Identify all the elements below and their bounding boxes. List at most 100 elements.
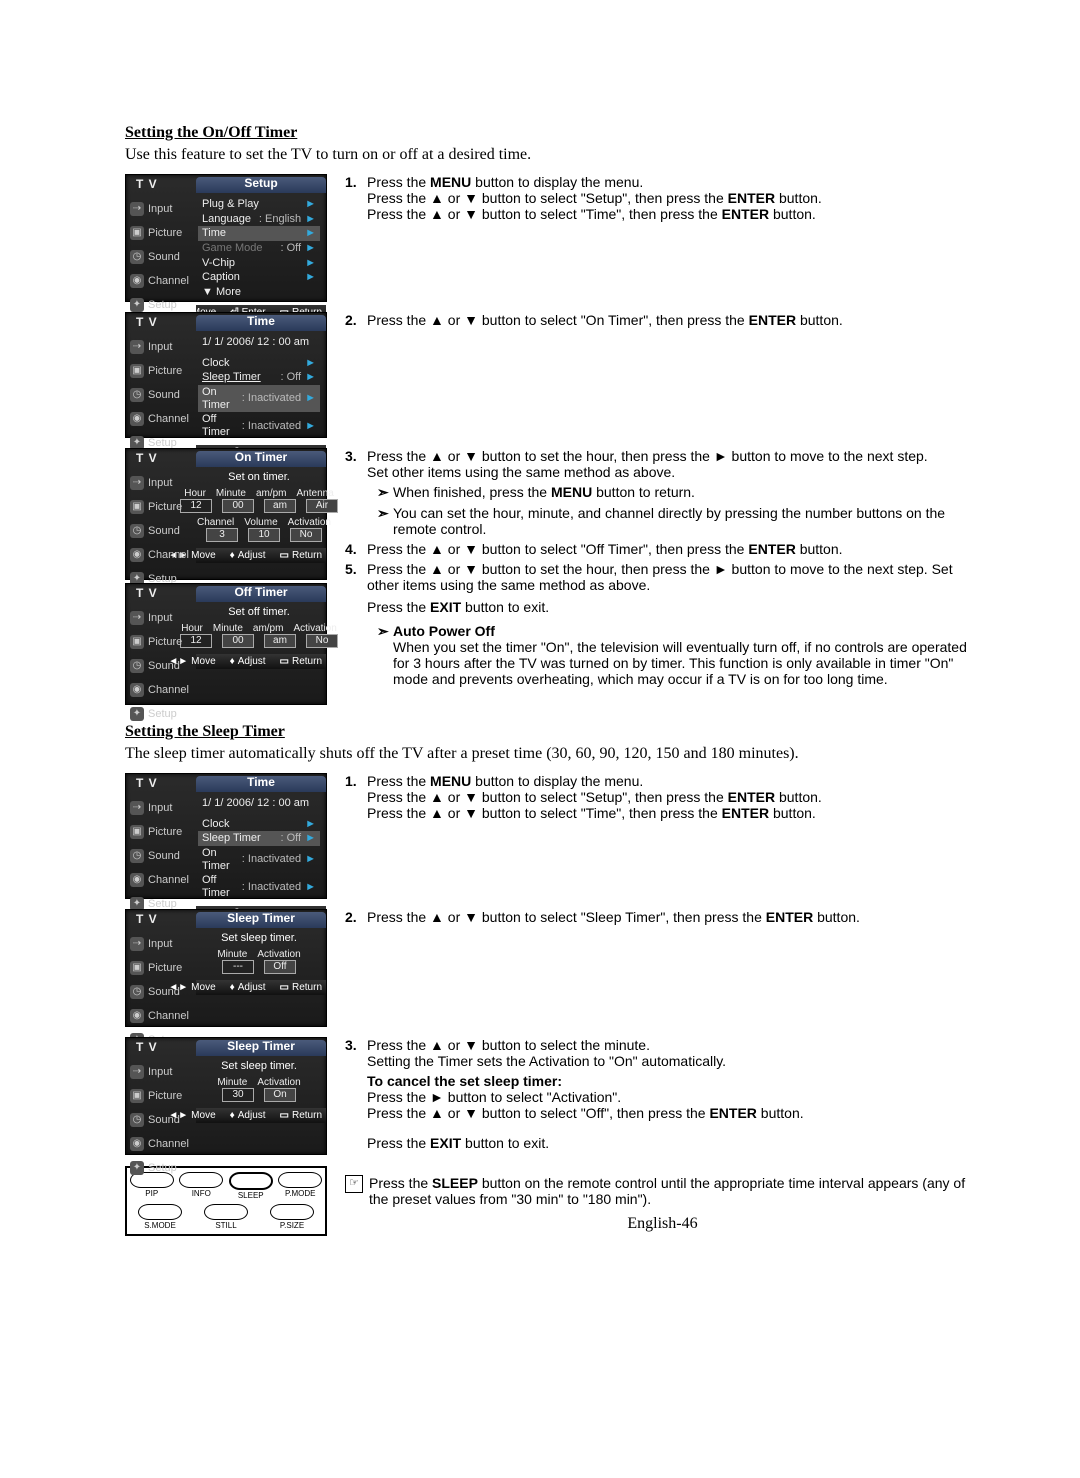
- osd-title: Setup: [196, 177, 326, 193]
- up-icon: [430, 909, 444, 925]
- right-icon: [430, 1089, 444, 1105]
- sidebar-picture: Picture: [148, 227, 182, 240]
- activation-value: Off: [264, 960, 296, 974]
- menu-vchip: V-Chip: [202, 257, 301, 270]
- sidebar-channel: Channel: [148, 275, 189, 288]
- section2-heading: Setting the Sleep Timer: [125, 723, 980, 741]
- section1-heading: Setting the On/Off Timer: [125, 124, 980, 142]
- arrow-icon: ►: [305, 357, 316, 370]
- ampm-value: am: [264, 634, 296, 648]
- osd-footer: ◄►Move ♦Adjust ▭Return: [196, 1108, 326, 1124]
- down-icon: [464, 561, 478, 577]
- section2-step-2: Press the or button to select "Sleep Tim…: [367, 909, 980, 925]
- osd-sidebar: ⇢Input ▣Picture ◷Sound ◉Channel ✦Setup: [126, 335, 194, 455]
- down-icon: [464, 909, 478, 925]
- menu-more: ▼ More: [202, 286, 316, 299]
- osd-footer: ◄►Move ♦Adjust ▭Return: [196, 980, 326, 996]
- osd-footer: ◄►Move ♦Adjust ▭Return: [196, 548, 326, 564]
- tv-label: T V: [136, 913, 158, 927]
- down-icon: [464, 1037, 478, 1053]
- picture-icon: ▣: [130, 825, 144, 839]
- picture-icon: ▣: [130, 635, 144, 649]
- section1-intro: Use this feature to set the TV to turn o…: [125, 146, 980, 164]
- up-icon: [430, 206, 444, 222]
- page-number: English-46: [345, 1215, 980, 1233]
- setup-icon: ✦: [130, 298, 144, 312]
- off-timer-prompt: Set off timer.: [198, 606, 320, 619]
- remote-psize: P.SIZE: [270, 1204, 314, 1230]
- menu-off-timer: Off Timer: [202, 413, 242, 438]
- menu-language-value: : English: [259, 213, 301, 226]
- section2-step-3: Press the or button to select the minute…: [367, 1037, 980, 1151]
- up-icon: [430, 561, 444, 577]
- sidebar-picture: Picture: [148, 365, 182, 378]
- channel-icon: ◉: [130, 274, 144, 288]
- minute-value: 00: [222, 634, 254, 648]
- up-icon: [430, 805, 444, 821]
- menu-off-timer-value: : Inactivated: [242, 881, 301, 894]
- input-icon: ⇢: [130, 937, 144, 951]
- down-icon: [464, 541, 478, 557]
- osd-sleep-2: T V Sleep Timer ⇢Input ▣Picture ◷Sound ◉…: [125, 1037, 327, 1155]
- down-icon: [464, 312, 478, 328]
- osd-time: T V Time ⇢Input ▣Picture ◷Sound ◉Channel…: [125, 312, 327, 438]
- volume-value: 10: [248, 528, 280, 542]
- sleep-note: ☞ Press the SLEEP button on the remote c…: [345, 1175, 980, 1207]
- menu-clock: Clock: [202, 818, 301, 831]
- down-icon: [464, 805, 478, 821]
- up-icon: [430, 1037, 444, 1053]
- right-icon: [714, 448, 728, 464]
- menu-sleep-value: : Off: [281, 832, 302, 845]
- tv-label: T V: [136, 1041, 158, 1055]
- tv-label: T V: [136, 178, 158, 192]
- picture-icon: ▣: [130, 961, 144, 975]
- activation-value: No: [306, 634, 338, 648]
- arrow-icon: ►: [305, 271, 316, 284]
- time-date: 1/ 1/ 2006/ 12 : 00 am: [202, 797, 316, 810]
- arrow-icon: ►: [305, 242, 316, 255]
- osd-title: Off Timer: [196, 586, 326, 602]
- step-3: Press the or button to set the hour, the…: [367, 448, 980, 537]
- osd-on-timer: T V On Timer ⇢Input ▣Picture ◷Sound ◉Cha…: [125, 448, 327, 580]
- osd-time-2: T V Time ⇢Input ▣Picture ◷Sound ◉Channel…: [125, 773, 327, 899]
- menu-off-timer: Off Timer: [202, 874, 242, 899]
- activation-value: No: [290, 528, 322, 542]
- arrow-icon: ►: [305, 853, 316, 866]
- sleep-prompt: Set sleep timer.: [198, 1060, 320, 1073]
- input-icon: ⇢: [130, 801, 144, 815]
- arrow-icon: ►: [305, 227, 316, 240]
- tv-label: T V: [136, 587, 158, 601]
- osd-footer: ◄►Move ♦Adjust ▭Return: [196, 654, 326, 670]
- on-timer-prompt: Set on timer.: [198, 471, 320, 484]
- osd-setup: T V Setup ⇢Input ▣Picture ◷Sound ◉Channe…: [125, 174, 327, 302]
- section2-intro: The sleep timer automatically shuts off …: [125, 745, 980, 763]
- remote-smode: S.MODE: [138, 1204, 182, 1230]
- menu-sleep: Sleep Timer: [202, 832, 281, 845]
- osd-title: Sleep Timer: [196, 1040, 326, 1056]
- menu-clock: Clock: [202, 357, 301, 370]
- arrow-icon: ►: [305, 257, 316, 270]
- input-icon: ⇢: [130, 202, 144, 216]
- sleep-grid: MinuteActivation 30On: [198, 1077, 320, 1102]
- channel-value: 3: [206, 528, 238, 542]
- channel-icon: ◉: [130, 1137, 144, 1151]
- down-icon: [464, 448, 478, 464]
- sound-icon: ◷: [130, 985, 144, 999]
- remote-pmode: P.MODE: [278, 1172, 322, 1200]
- channel-icon: ◉: [130, 548, 144, 562]
- menu-game-value: : Off: [281, 242, 302, 255]
- osd-title: Time: [196, 776, 326, 792]
- osd-sleep-1: T V Sleep Timer ⇢Input ▣Picture ◷Sound ◉…: [125, 909, 327, 1027]
- osd-sidebar: ⇢Input ▣Picture ◷Sound ◉Channel ✦Setup: [126, 796, 194, 916]
- menu-plug-play: Plug & Play: [202, 198, 301, 211]
- pointer-icon: ➣: [377, 623, 393, 687]
- sidebar-sound: Sound: [148, 389, 180, 402]
- sleep-grid: MinuteActivation ---Off: [198, 949, 320, 974]
- down-icon: [464, 789, 478, 805]
- osd-title: On Timer: [196, 451, 326, 467]
- setup-icon: ✦: [130, 707, 144, 721]
- input-icon: ⇢: [130, 340, 144, 354]
- picture-icon: ▣: [130, 364, 144, 378]
- menu-sleep: Sleep Timer: [202, 371, 281, 384]
- down-icon: [464, 190, 478, 206]
